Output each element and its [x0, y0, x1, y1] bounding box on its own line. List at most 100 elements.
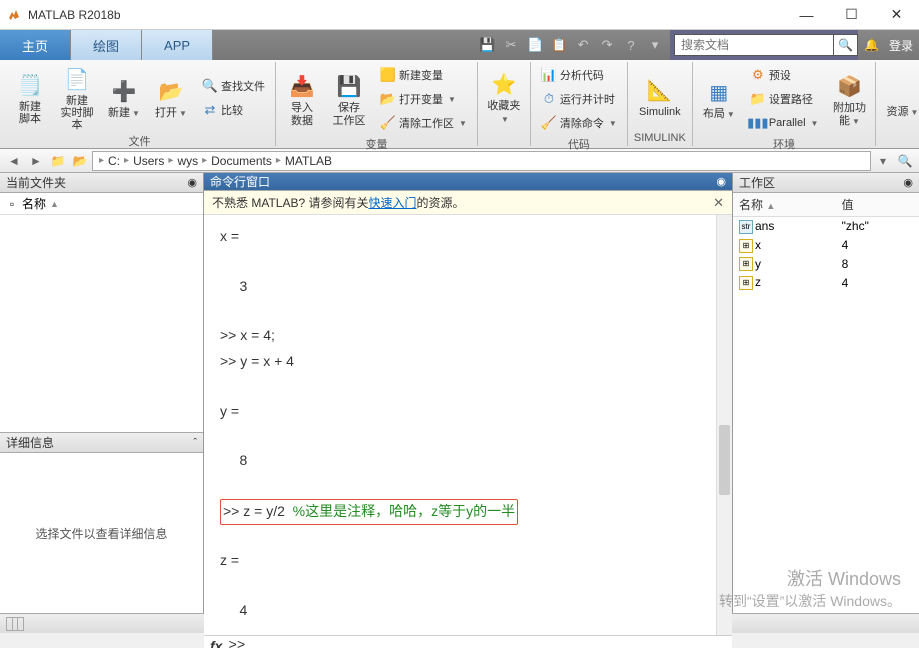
clear-workspace-button[interactable]: 🧹清除工作区▼	[376, 112, 471, 134]
layout-toggle-button[interactable]	[6, 617, 24, 631]
new-live-script-button[interactable]: 📄新建 实时脚本	[55, 62, 99, 133]
sort-icon: ▲	[50, 199, 59, 209]
workspace-row[interactable]: strans"zhc"	[733, 217, 919, 236]
command-window-banner: 不熟悉 MATLAB? 请参阅有关快速入门的资源。 ✕	[204, 191, 732, 215]
ribbon: 主页 绘图 APP 💾 ✂ 📄 📋 ↶ ↷ ? ▾ 🔍 🔔 登录 🗒️新建	[0, 30, 919, 149]
command-prompt[interactable]: fx >>	[204, 635, 732, 648]
find-files-button[interactable]: 🔍查找文件	[198, 75, 269, 97]
import-data-button[interactable]: 📥导入 数据	[280, 62, 324, 136]
forward-button[interactable]: ►	[26, 152, 46, 170]
back-button[interactable]: ◄	[4, 152, 24, 170]
clear-cmd-icon: 🧹	[541, 115, 557, 131]
quick-start-link[interactable]: 快速入门	[368, 196, 416, 210]
favorites-button[interactable]: ⭐收藏夹▼	[482, 62, 526, 132]
analyze-code-button[interactable]: 📊分析代码	[537, 64, 621, 86]
clear-commands-button[interactable]: 🧹清除命令▼	[537, 112, 621, 134]
set-path-button[interactable]: 📁设置路径	[746, 88, 823, 110]
group-simulink-caption: SIMULINK	[632, 132, 688, 146]
search-button[interactable]: 🔍	[834, 34, 858, 56]
group-code-caption: 代码	[535, 136, 623, 150]
workspace-options-icon[interactable]: ◉	[903, 176, 913, 189]
tab-home[interactable]: 主页	[0, 30, 71, 60]
compare-button[interactable]: ⇄比较	[198, 99, 269, 121]
maximize-button[interactable]: ☐	[829, 0, 874, 30]
new-button[interactable]: ➕新建▼	[102, 62, 146, 133]
workspace-col-value[interactable]: 值	[836, 193, 919, 217]
minimize-button[interactable]: —	[784, 0, 829, 30]
layout-icon: ▦	[704, 77, 734, 107]
cut-icon[interactable]: ✂	[500, 34, 522, 56]
group-file-caption: 文件	[8, 133, 271, 147]
quick-access-toolbar: 💾 ✂ 📄 📋 ↶ ↷ ? ▾	[472, 30, 670, 60]
group-var-caption: 变量	[280, 136, 473, 150]
analyze-icon: 📊	[541, 67, 557, 83]
dropdown-icon[interactable]: ▾	[644, 34, 666, 56]
save-icon[interactable]: 💾	[476, 34, 498, 56]
workspace-row[interactable]: ⊞x4	[733, 236, 919, 255]
cmd-pane-options-icon[interactable]: ◉	[716, 175, 726, 188]
up-folder-button[interactable]: 📁	[48, 152, 68, 170]
new-script-button[interactable]: 🗒️新建 脚本	[8, 62, 52, 133]
undo-icon[interactable]: ↶	[572, 34, 594, 56]
help-icon[interactable]: ?	[620, 34, 642, 56]
crumb-documents[interactable]: Documents	[211, 154, 272, 168]
resources-button[interactable]: 资源▼	[880, 62, 919, 132]
tab-plot[interactable]: 绘图	[71, 30, 142, 60]
crumb-wys[interactable]: wys	[177, 154, 198, 168]
save-workspace-button[interactable]: 💾保存 工作区	[327, 62, 371, 136]
workspace-pane-title: 工作区 ◉	[733, 173, 919, 193]
preferences-button[interactable]: ⚙预设	[746, 64, 823, 86]
browse-folder-button[interactable]: 📂	[70, 152, 90, 170]
details-expand-icon[interactable]: ˆ	[193, 437, 197, 449]
login-button[interactable]: 登录	[889, 37, 913, 54]
search-input[interactable]	[674, 34, 834, 56]
details-empty-text: 选择文件以查看详细信息	[0, 453, 203, 613]
plus-icon: ➕	[109, 76, 139, 106]
tab-app[interactable]: APP	[142, 30, 213, 60]
crumb-matlab[interactable]: MATLAB	[285, 154, 332, 168]
redo-icon[interactable]: ↷	[596, 34, 618, 56]
copy-icon[interactable]: 📄	[524, 34, 546, 56]
command-scrollbar[interactable]	[716, 215, 732, 635]
search-files-icon: 🔍	[202, 78, 218, 94]
paste-icon[interactable]: 📋	[548, 34, 570, 56]
current-folder-column-name[interactable]: ▫ 名称 ▲	[0, 193, 203, 215]
parallel-icon: ▮▮▮	[750, 115, 766, 131]
layout-button[interactable]: ▦布局▼	[697, 62, 741, 136]
workspace-col-name[interactable]: 名称 ▲	[733, 193, 836, 217]
group-env-caption: 环境	[697, 136, 872, 150]
new-var-icon: 🟨	[380, 67, 396, 83]
simulink-icon: 📐	[645, 75, 675, 105]
resources-icon	[887, 75, 917, 105]
crumb-c[interactable]: C:	[108, 154, 120, 168]
close-button[interactable]: ✕	[874, 0, 919, 30]
workspace-row[interactable]: ⊞z4	[733, 273, 919, 292]
run-and-time-button[interactable]: ⏱运行并计时	[537, 88, 621, 110]
clear-ws-icon: 🧹	[380, 115, 396, 131]
search-path-button[interactable]: 🔍	[895, 152, 915, 170]
open-button[interactable]: 📂打开▼	[149, 62, 193, 133]
fx-icon[interactable]: fx	[210, 638, 222, 648]
crumb-users[interactable]: Users	[133, 154, 164, 168]
workspace-row[interactable]: ⊞y8	[733, 255, 919, 274]
star-icon: ⭐	[489, 69, 519, 99]
command-window-text[interactable]: x = 3 >> x = 4; >> y = x + 4 y = 8 >> z …	[204, 215, 732, 635]
new-variable-button[interactable]: 🟨新建变量	[376, 64, 471, 86]
pane-options-icon[interactable]: ◉	[187, 176, 197, 189]
path-icon: 📁	[750, 91, 766, 107]
path-bar: ◄ ► 📁 📂 ▸ C:▸ Users▸ wys▸ Documents▸ MAT…	[0, 149, 919, 173]
path-dropdown-button[interactable]: ▾	[873, 152, 893, 170]
compare-icon: ⇄	[202, 102, 218, 118]
bell-icon[interactable]: 🔔	[864, 38, 879, 52]
addons-button[interactable]: 📦附加功能▼	[827, 62, 871, 136]
app-title: MATLAB R2018b	[28, 8, 784, 22]
parallel-button[interactable]: ▮▮▮Parallel▼	[746, 112, 823, 134]
matlab-logo-icon	[6, 7, 22, 23]
open-variable-button[interactable]: 📂打开变量▼	[376, 88, 471, 110]
banner-close-icon[interactable]: ✕	[713, 195, 724, 211]
details-pane-title: 详细信息 ˆ	[0, 433, 203, 453]
breadcrumb[interactable]: ▸ C:▸ Users▸ wys▸ Documents▸ MATLAB	[92, 151, 871, 171]
simulink-button[interactable]: 📐Simulink	[632, 62, 688, 132]
current-folder-list[interactable]	[0, 215, 203, 432]
command-window-pane-title: 命令行窗口 ◉	[204, 173, 732, 191]
